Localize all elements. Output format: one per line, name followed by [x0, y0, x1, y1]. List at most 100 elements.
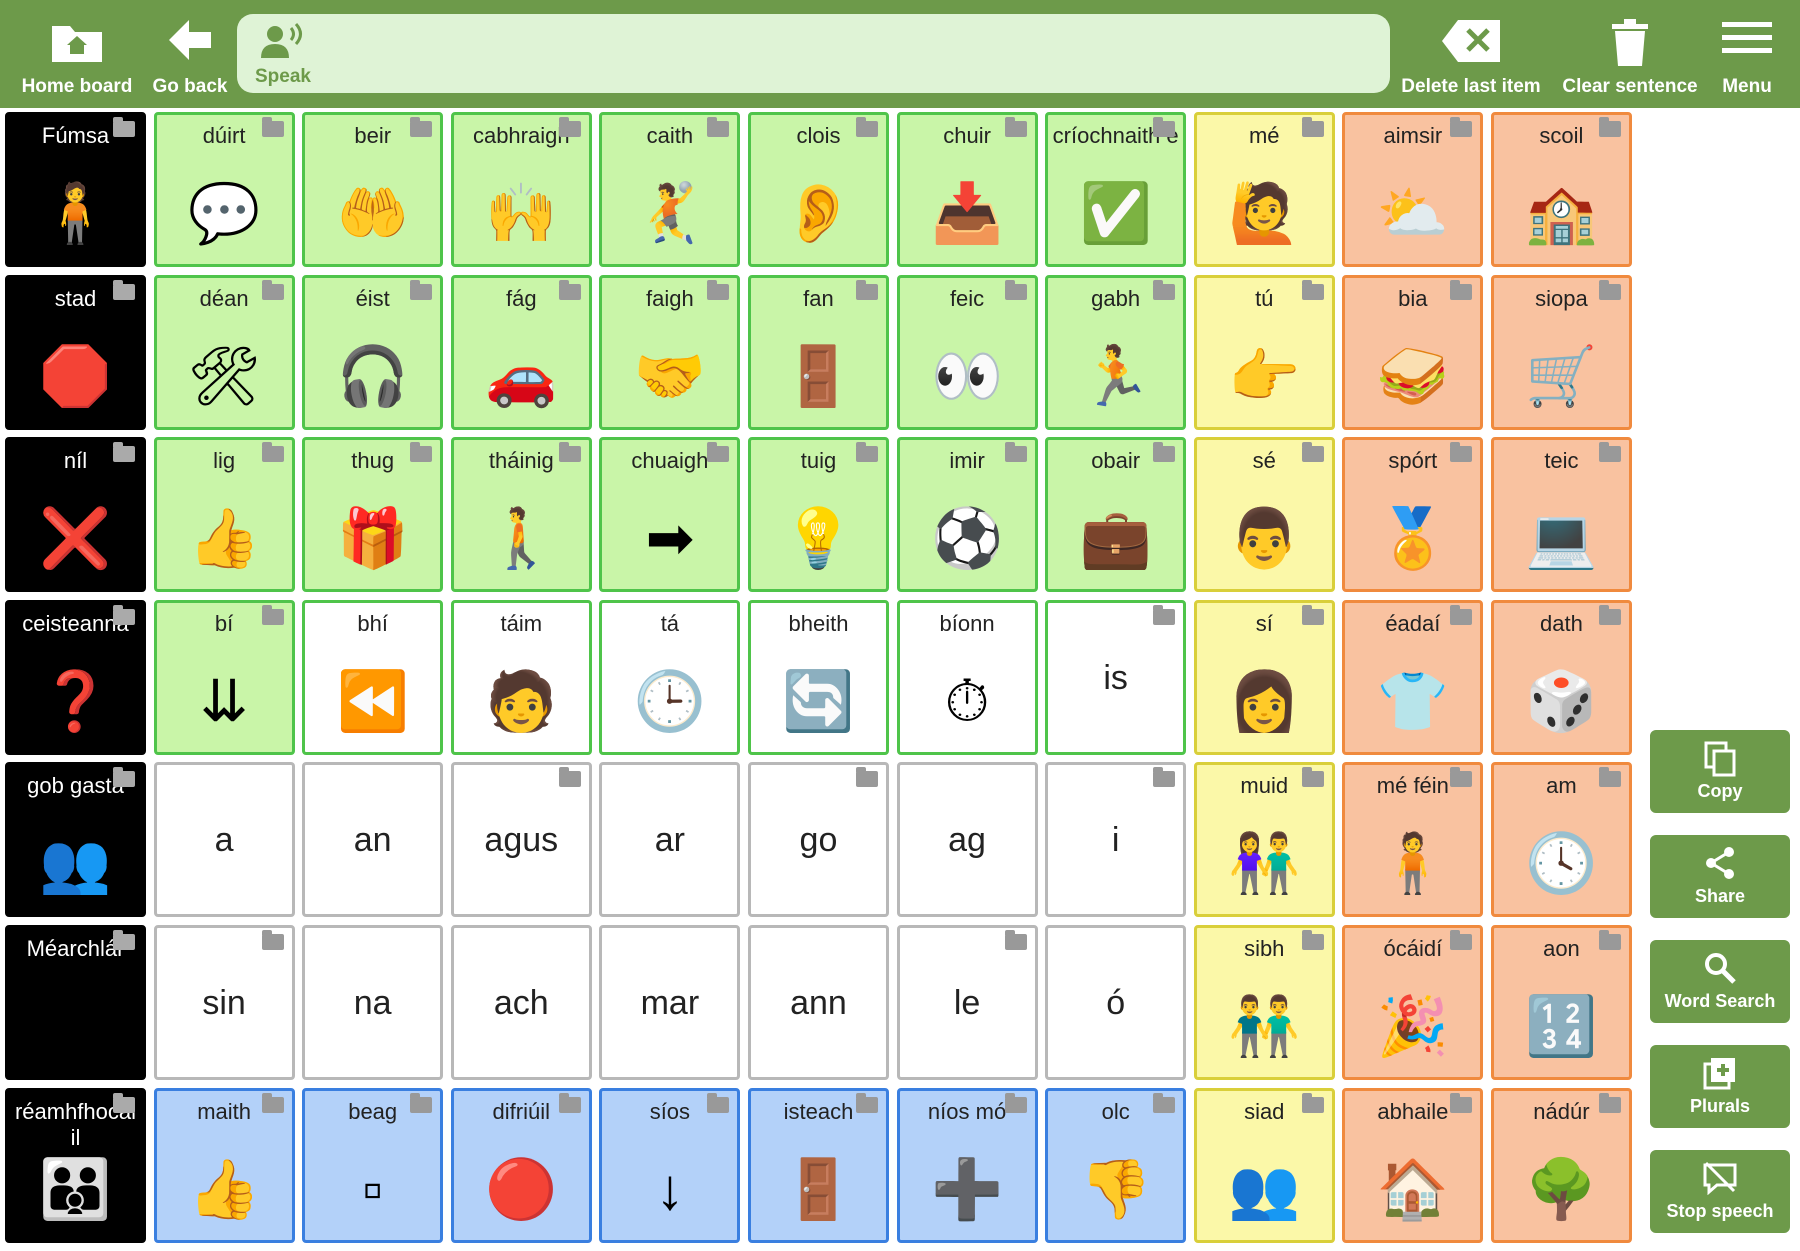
folder-icon — [1450, 929, 1473, 950]
grid-cell-3-1[interactable]: bí ⇊ — [153, 599, 295, 755]
grid-cell-3-8[interactable]: sí 👩 — [1193, 599, 1335, 755]
plurals-button[interactable]: Plurals — [1650, 1045, 1790, 1128]
grid-cell-5-2[interactable]: na — [302, 924, 444, 1080]
symbol-grid-area: Fúmsa 🧍 dúirt 💬 beir 🤲 cabhraigh 🙌 caith 🤾 clois 👂 c… — [0, 108, 1640, 1251]
grid-cell-5-7[interactable]: ó — [1045, 924, 1187, 1080]
share-button[interactable]: Share — [1650, 835, 1790, 918]
folder-icon — [1004, 279, 1027, 300]
grid-cell-5-6[interactable]: le — [896, 924, 1038, 1080]
grid-cell-6-2[interactable]: beag ▫ — [302, 1087, 444, 1243]
grid-cell-1-8[interactable]: tú 👉 — [1193, 274, 1335, 430]
grid-cell-0-6[interactable]: chuir 📥 — [896, 112, 1038, 267]
grid-cell-2-10[interactable]: teic 💻 — [1490, 437, 1632, 593]
grid-cell-2-3[interactable]: tháinig 🚶 — [450, 437, 592, 593]
grid-cell-3-0[interactable]: ceisteanna ❓ — [5, 599, 146, 755]
grid-cell-6-4[interactable]: síos ↓ — [599, 1087, 741, 1243]
grid-cell-1-7[interactable]: gabh 🏃 — [1045, 274, 1187, 430]
grid-cell-4-8[interactable]: muid 👫 — [1193, 762, 1335, 918]
grid-cell-5-10[interactable]: aon 🔢 — [1490, 924, 1632, 1080]
grid-cell-6-10[interactable]: nádúr 🌳 — [1490, 1087, 1632, 1243]
grid-cell-4-4[interactable]: ar — [599, 762, 741, 918]
clear-sentence-button[interactable]: Clear sentence — [1560, 12, 1700, 102]
grid-cell-6-8[interactable]: siad 👥 — [1193, 1087, 1335, 1243]
folder-icon — [855, 279, 878, 300]
back-arrow-icon — [169, 20, 211, 60]
delete-last-item-button[interactable]: Delete last item — [1396, 12, 1546, 102]
grid-cell-4-10[interactable]: am 🕓 — [1490, 762, 1632, 918]
grid-cell-0-1[interactable]: dúirt 💬 — [153, 112, 295, 267]
grid-cell-5-0[interactable]: Méarchlár ⌨ — [5, 924, 146, 1080]
grid-cell-0-3[interactable]: cabhraigh 🙌 — [450, 112, 592, 267]
give-icon: 🎁 — [336, 506, 409, 572]
stop-speech-button[interactable]: Stop speech — [1650, 1150, 1790, 1233]
grid-cell-3-5[interactable]: bheith 🔄 — [747, 599, 889, 755]
grid-cell-6-1[interactable]: maith 👍 — [153, 1087, 295, 1243]
grid-cell-2-1[interactable]: lig 👍 — [153, 437, 295, 593]
home-folder-icon — [52, 26, 102, 62]
grid-cell-0-2[interactable]: beir 🤲 — [302, 112, 444, 267]
grid-cell-1-3[interactable]: fág 🚗 — [450, 274, 592, 430]
grid-cell-2-2[interactable]: thug 🎁 — [302, 437, 444, 593]
grid-cell-2-7[interactable]: obair 💼 — [1045, 437, 1187, 593]
grid-cell-0-4[interactable]: caith 🤾 — [599, 112, 741, 267]
grid-cell-6-0[interactable]: réamhfhocal il 👪 — [5, 1087, 146, 1243]
grid-cell-5-1[interactable]: sin — [153, 924, 295, 1080]
speak-bar[interactable]: Speak — [237, 14, 1390, 93]
menu-button[interactable]: Menu — [1712, 12, 1782, 102]
grid-cell-4-6[interactable]: ag — [896, 762, 1038, 918]
grid-cell-2-0[interactable]: níl ❌ — [5, 437, 146, 593]
home-board-button[interactable]: Home board — [14, 12, 140, 102]
take-icon: 🏃 — [1079, 343, 1152, 409]
grid-cell-0-8[interactable]: mé 🙋 — [1193, 112, 1335, 267]
cell-word: mar — [640, 983, 700, 1022]
grid-cell-0-5[interactable]: clois 👂 — [747, 112, 889, 267]
grid-cell-6-9[interactable]: abhaile 🏠 — [1342, 1087, 1484, 1243]
grid-cell-3-4[interactable]: tá 🕒 — [599, 599, 741, 755]
go-back-button[interactable]: Go back — [150, 12, 230, 102]
grid-cell-0-7[interactable]: críochnaith e ✅ — [1045, 112, 1187, 267]
grid-cell-0-0[interactable]: Fúmsa 🧍 — [5, 112, 146, 267]
grid-cell-3-7[interactable]: is — [1045, 599, 1187, 755]
grid-cell-3-2[interactable]: bhí ⏪ — [302, 599, 444, 755]
grid-cell-5-5[interactable]: ann — [747, 924, 889, 1080]
grid-cell-6-6[interactable]: níos mó ➕ — [896, 1087, 1038, 1243]
grid-cell-2-9[interactable]: spórt 🏅 — [1342, 437, 1484, 593]
grid-cell-3-10[interactable]: dath 🎲 — [1490, 599, 1632, 755]
top-toolbar: Home board Go back Speak Delete last ite… — [0, 0, 1800, 106]
grid-cell-1-6[interactable]: feic 👀 — [896, 274, 1038, 430]
grid-cell-4-9[interactable]: mé féin 🧍 — [1342, 762, 1484, 918]
grid-cell-0-9[interactable]: aimsir ⛅ — [1342, 112, 1484, 267]
grid-cell-6-5[interactable]: isteach 🚪 — [747, 1087, 889, 1243]
grid-cell-1-2[interactable]: éist 🎧 — [302, 274, 444, 430]
copy-button[interactable]: Copy — [1650, 730, 1790, 813]
grid-cell-6-7[interactable]: olc 👎 — [1045, 1087, 1187, 1243]
grid-cell-2-4[interactable]: chuaigh ➡ — [599, 437, 741, 593]
grid-cell-4-0[interactable]: gob gasta 👥 — [5, 762, 146, 918]
grid-cell-4-3[interactable]: agus — [450, 762, 592, 918]
grid-cell-2-6[interactable]: imir ⚽ — [896, 437, 1038, 593]
grid-cell-3-3[interactable]: táim 🧑 — [450, 599, 592, 755]
grid-cell-5-9[interactable]: ócáidí 🎉 — [1342, 924, 1484, 1080]
grid-cell-5-8[interactable]: sibh 👬 — [1193, 924, 1335, 1080]
grid-cell-5-4[interactable]: mar — [599, 924, 741, 1080]
grid-cell-4-7[interactable]: i — [1045, 762, 1187, 918]
word-search-button[interactable]: Word Search — [1650, 940, 1790, 1023]
grid-cell-3-9[interactable]: éadaí 👕 — [1342, 599, 1484, 755]
grid-cell-4-1[interactable]: a — [153, 762, 295, 918]
grid-cell-1-10[interactable]: siopa 🛒 — [1490, 274, 1632, 430]
grid-cell-4-5[interactable]: go — [747, 762, 889, 918]
grid-cell-4-2[interactable]: an — [302, 762, 444, 918]
grid-cell-1-0[interactable]: stad 🛑 — [5, 274, 146, 430]
grid-cell-1-5[interactable]: fan 🚪 — [747, 274, 889, 430]
grid-cell-3-6[interactable]: bíonn ⏱ — [896, 599, 1038, 755]
grid-cell-0-10[interactable]: scoil 🏫 — [1490, 112, 1632, 267]
grid-cell-5-3[interactable]: ach — [450, 924, 592, 1080]
grid-cell-2-8[interactable]: sé 👨 — [1193, 437, 1335, 593]
grid-cell-2-5[interactable]: tuig 💡 — [747, 437, 889, 593]
grid-cell-1-9[interactable]: bia 🥪 — [1342, 274, 1484, 430]
grid-cell-6-3[interactable]: difriúil 🔴 — [450, 1087, 592, 1243]
folder-icon — [558, 767, 581, 788]
folder-icon — [113, 604, 135, 625]
grid-cell-1-4[interactable]: faigh 🤝 — [599, 274, 741, 430]
grid-cell-1-1[interactable]: déan 🛠 — [153, 274, 295, 430]
